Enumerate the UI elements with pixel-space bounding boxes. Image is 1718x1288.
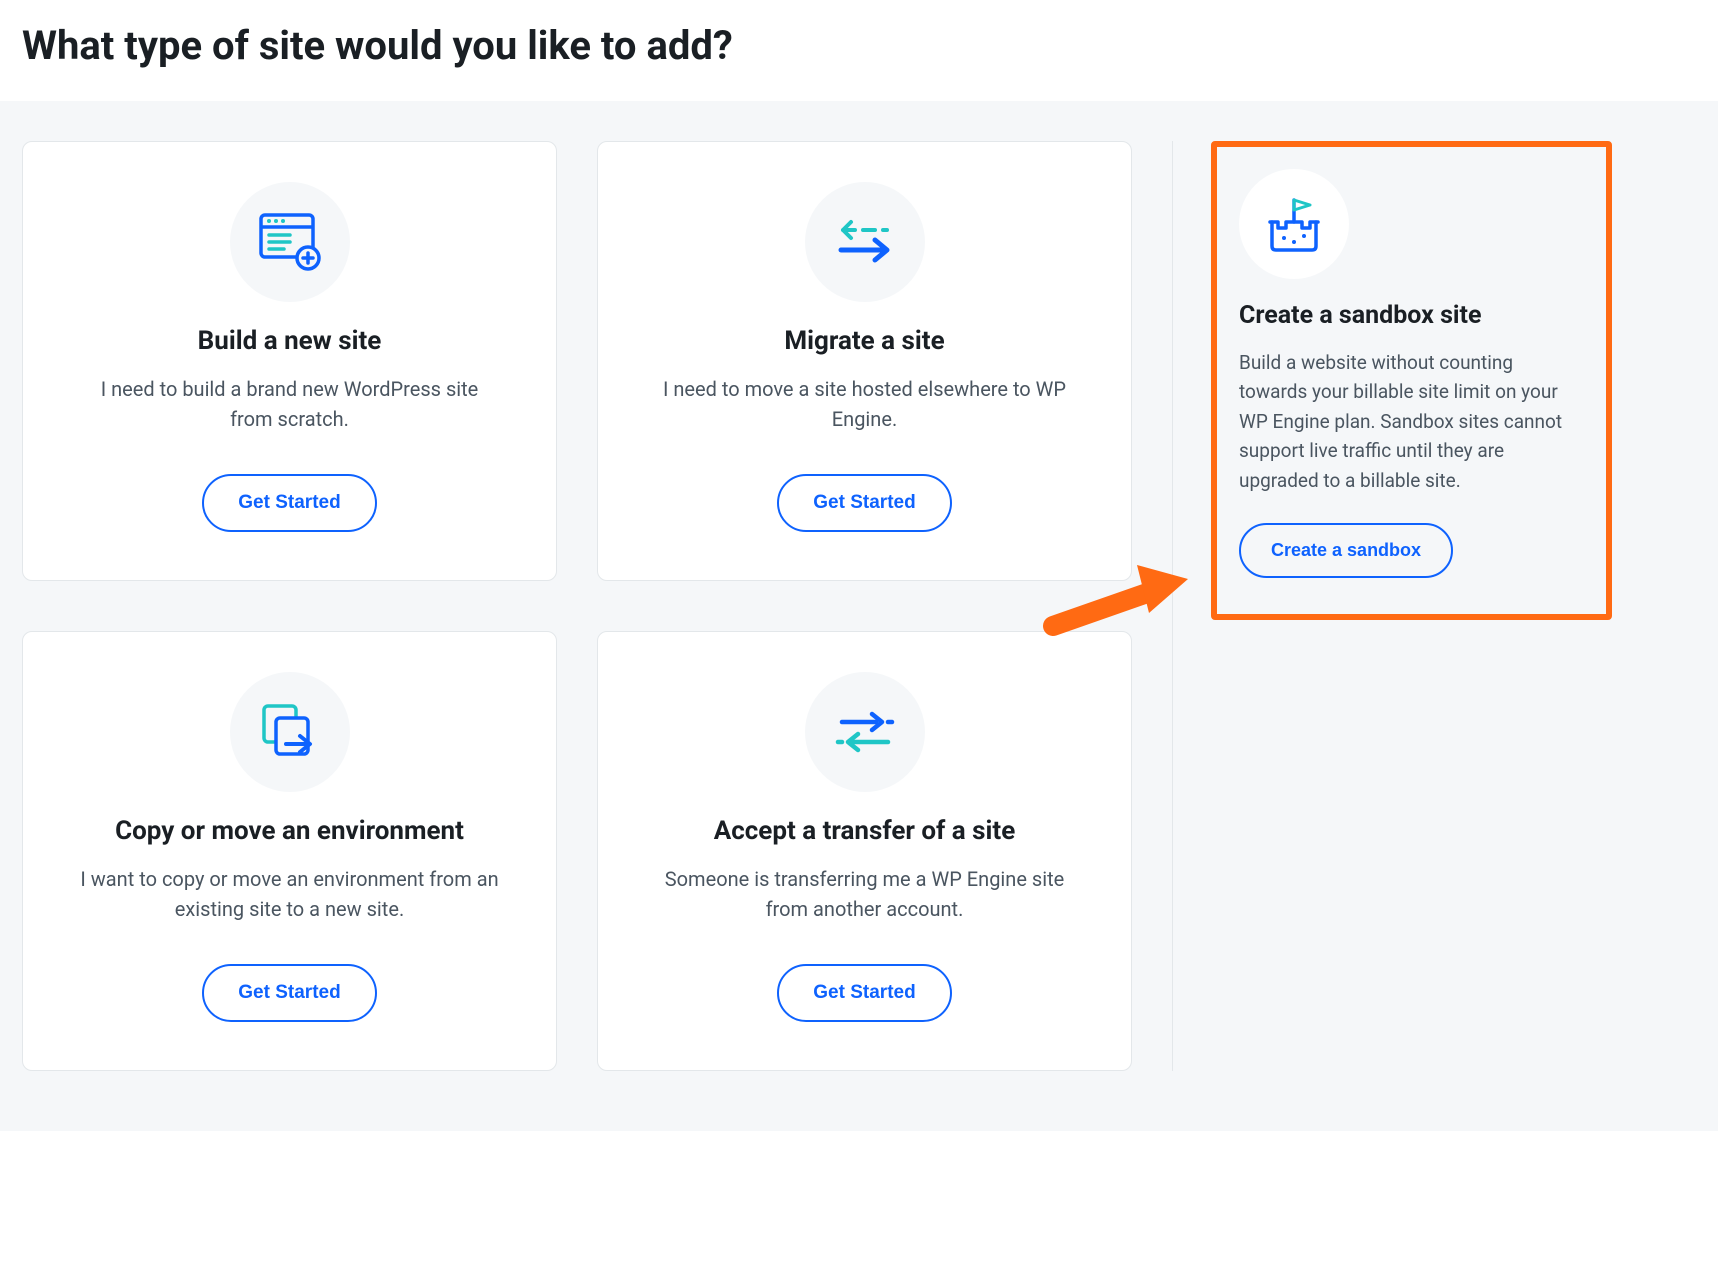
card-title: Build a new site: [198, 326, 382, 356]
icon-circle: [805, 182, 925, 302]
sandbox-description: Build a website without counting towards…: [1239, 348, 1584, 495]
card-build-new-site: Build a new site I need to build a brand…: [22, 141, 557, 581]
migrate-arrows-icon: [829, 216, 901, 268]
icon-circle: [1239, 169, 1349, 279]
card-title: Migrate a site: [784, 326, 944, 356]
sandbox-castle-icon: [1258, 188, 1330, 260]
card-description: Someone is transferring me a WP Engine s…: [655, 864, 1075, 924]
card-description: I want to copy or move an environment fr…: [80, 864, 500, 924]
sidebar: Create a sandbox site Build a website wi…: [1172, 141, 1612, 1071]
get-started-button[interactable]: Get Started: [777, 964, 951, 1022]
page-title: What type of site would you like to add?: [22, 22, 1696, 69]
page-header: What type of site would you like to add?: [0, 0, 1718, 101]
sandbox-panel: Create a sandbox site Build a website wi…: [1211, 141, 1612, 620]
card-description: I need to build a brand new WordPress si…: [80, 374, 500, 434]
create-sandbox-button[interactable]: Create a sandbox: [1239, 523, 1453, 578]
browser-plus-icon: [258, 212, 322, 272]
get-started-button[interactable]: Get Started: [202, 964, 376, 1022]
card-title: Copy or move an environment: [115, 816, 464, 846]
icon-circle: [230, 672, 350, 792]
get-started-button[interactable]: Get Started: [777, 474, 951, 532]
card-title: Accept a transfer of a site: [714, 816, 1016, 846]
get-started-button[interactable]: Get Started: [202, 474, 376, 532]
content-area: Build a new site I need to build a brand…: [0, 101, 1718, 1131]
card-copy-move-environment: Copy or move an environment I want to co…: [22, 631, 557, 1071]
transfer-arrows-icon: [830, 708, 900, 756]
card-description: I need to move a site hosted elsewhere t…: [655, 374, 1075, 434]
card-migrate-site: Migrate a site I need to move a site hos…: [597, 141, 1132, 581]
sandbox-title: Create a sandbox site: [1239, 301, 1584, 330]
copy-move-icon: [258, 702, 322, 762]
icon-circle: [230, 182, 350, 302]
icon-circle: [805, 672, 925, 792]
card-accept-transfer: Accept a transfer of a site Someone is t…: [597, 631, 1132, 1071]
site-type-grid: Build a new site I need to build a brand…: [22, 141, 1132, 1071]
